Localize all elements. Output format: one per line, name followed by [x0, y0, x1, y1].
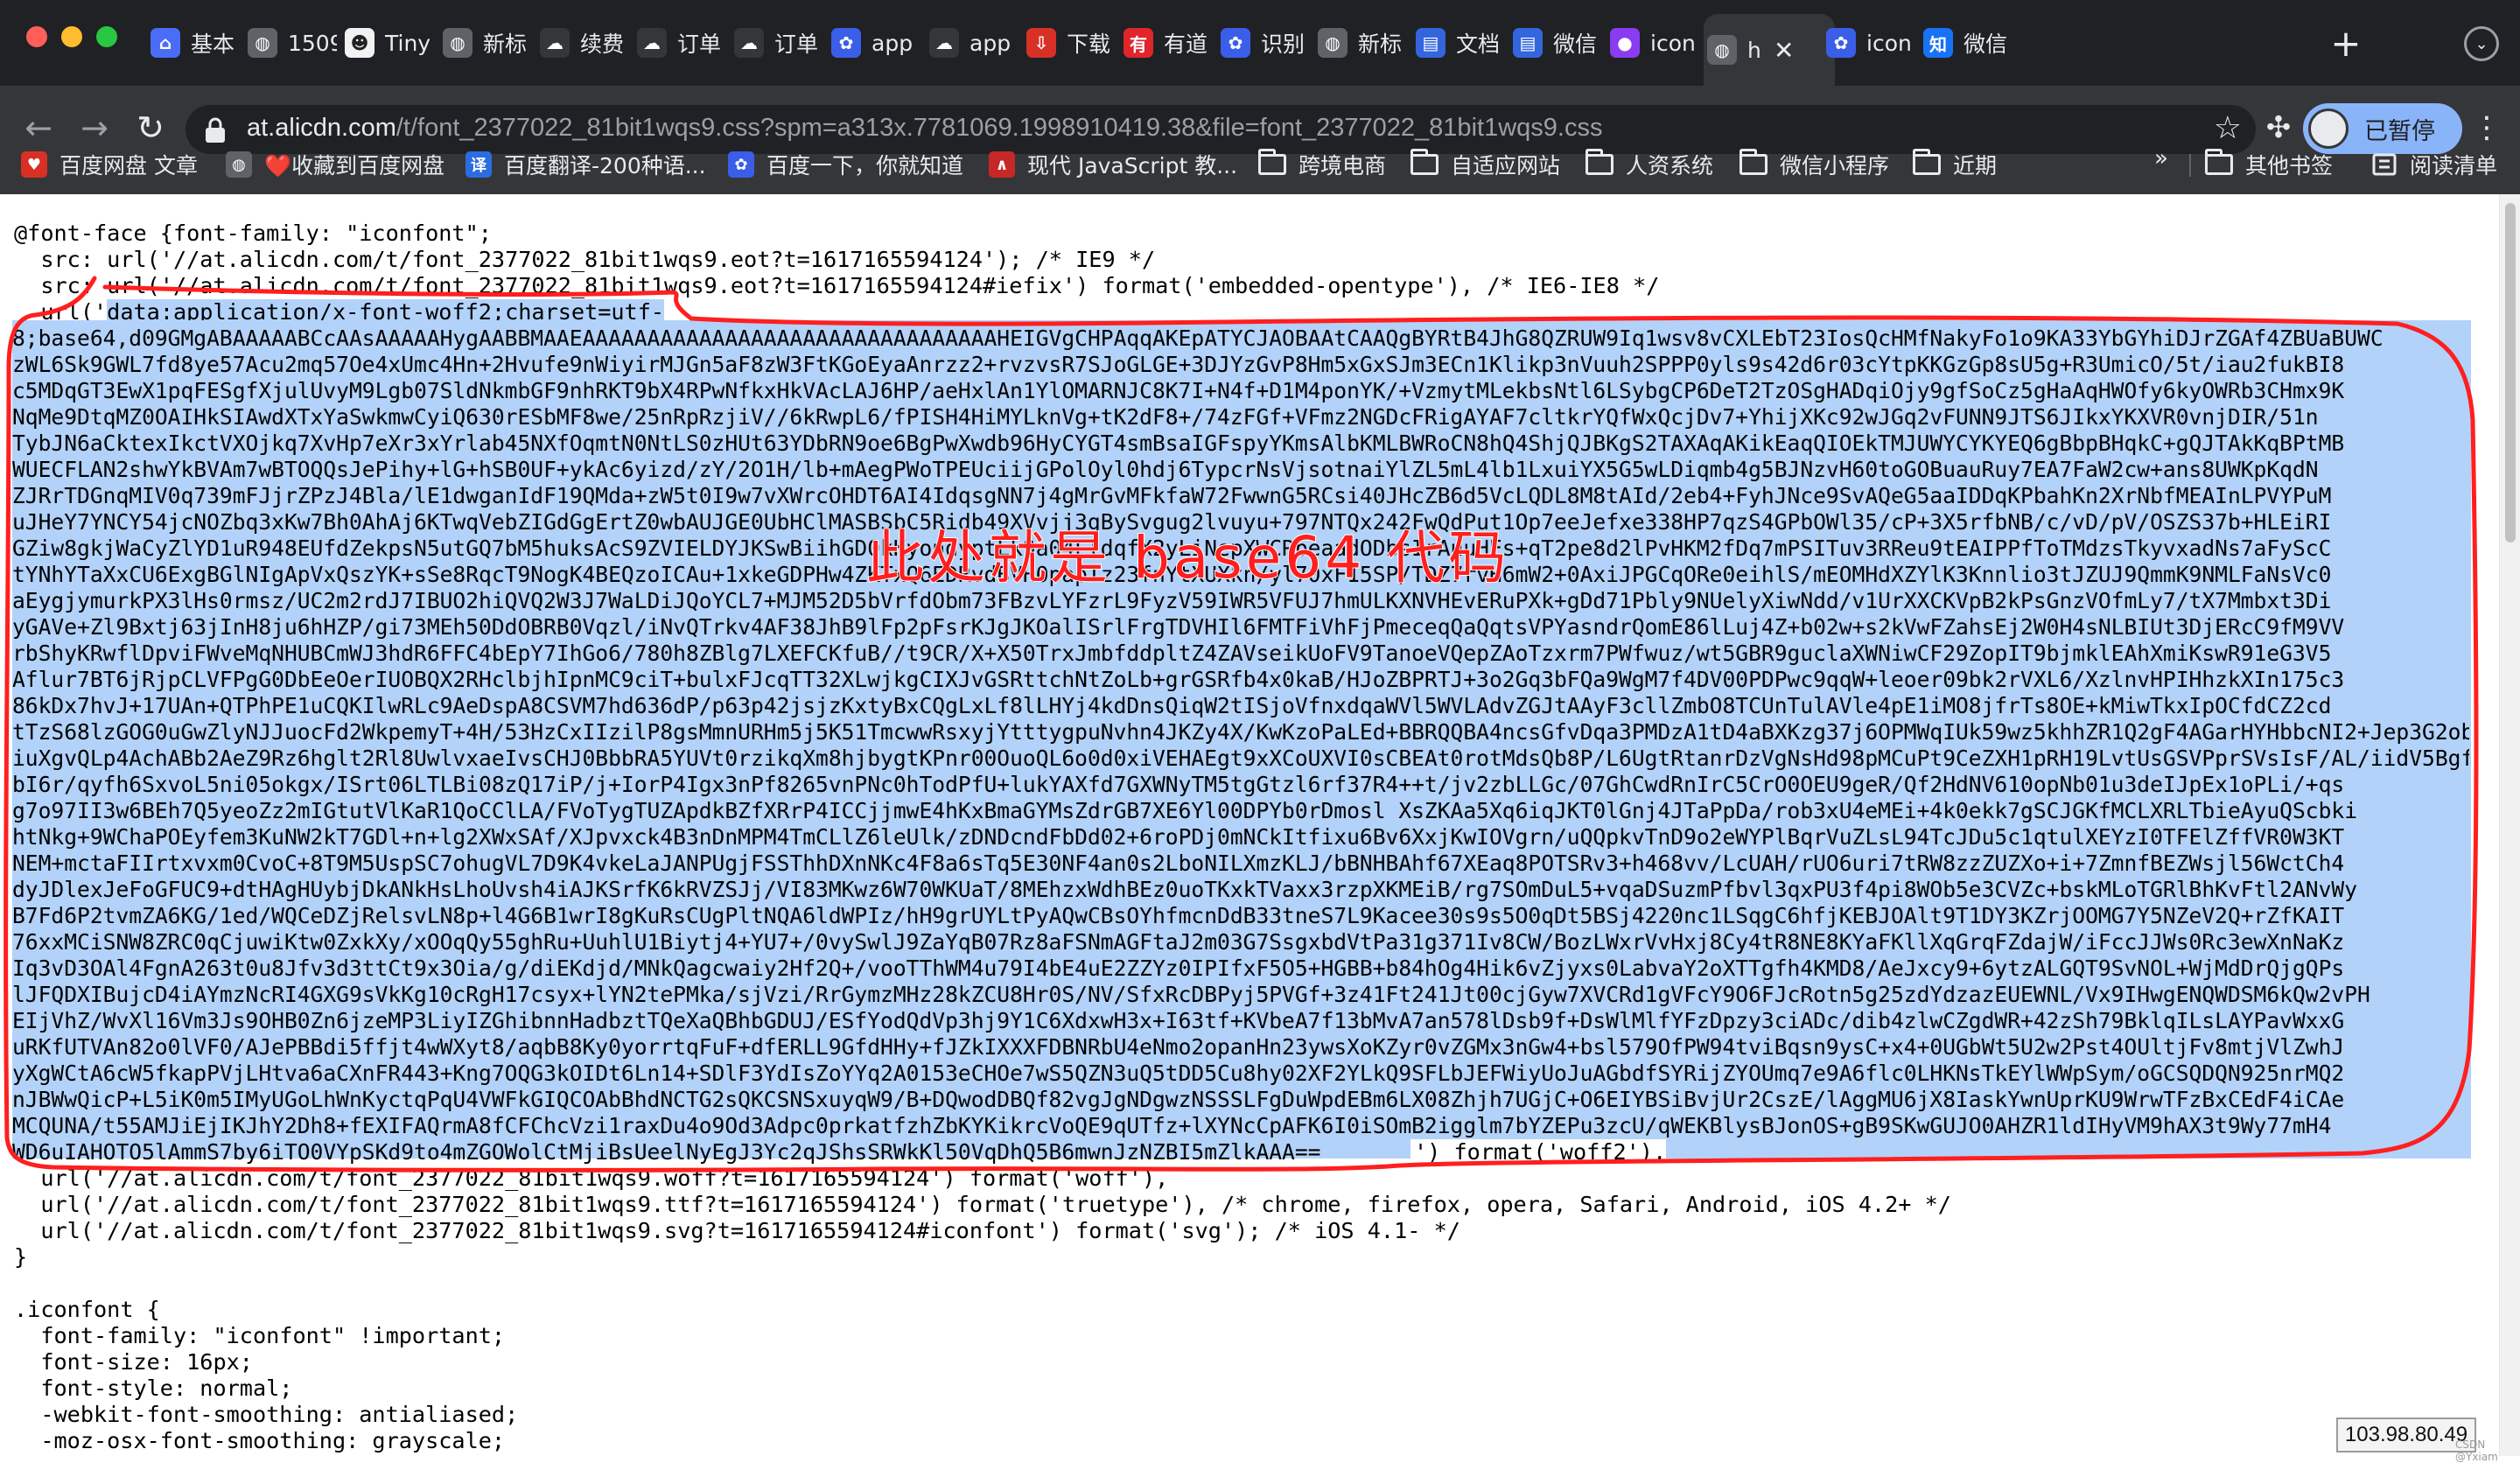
red-outline-annotation [4, 276, 2479, 1172]
scrollbar-thumb[interactable] [2505, 203, 2516, 542]
vertical-scrollbar[interactable] [2499, 194, 2520, 1456]
watermark: CSDN @Yxiam [2455, 1438, 2498, 1463]
annotation-caption: 此处就是 base64 代码 [865, 523, 1510, 592]
